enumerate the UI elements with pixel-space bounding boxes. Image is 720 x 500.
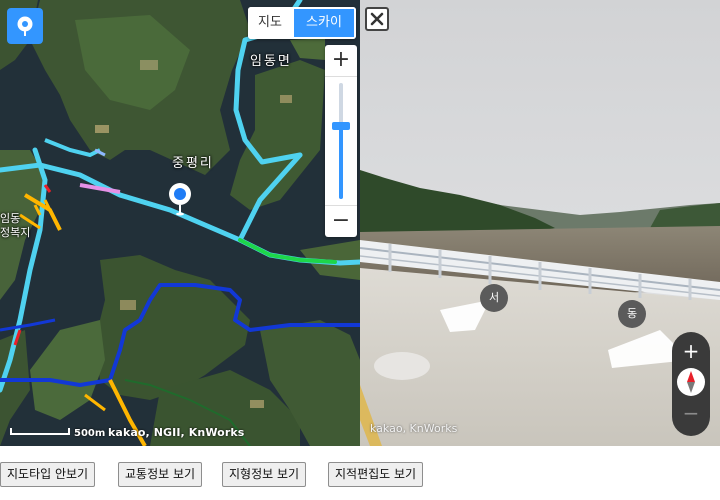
- roadview-zoom-out-button[interactable]: −: [672, 398, 710, 428]
- roadview-attribution: kakao, KnWorks: [370, 422, 458, 435]
- scale-label: 500m: [74, 428, 106, 439]
- cadastral-map-button[interactable]: 지적편집도 보기: [328, 462, 424, 487]
- roadview-close-button[interactable]: [365, 7, 389, 31]
- toggle-map-type-button[interactable]: 지도타입 안보기: [0, 462, 96, 487]
- map-type-skyview-button[interactable]: 스카이뷰: [292, 7, 356, 39]
- map-overlay-button-bar: 지도타입 안보기 교통정보 보기 지형정보 보기 지적편집도 보기: [0, 462, 720, 488]
- map-type-control: 지도 스카이뷰: [248, 7, 356, 39]
- roadview-zoom-in-button[interactable]: +: [672, 336, 710, 366]
- roadview-panel[interactable]: 서 동 + − kakao, KnWorks: [360, 0, 720, 446]
- kakao-map-logo-icon[interactable]: [7, 8, 43, 44]
- map-zoom-in-button[interactable]: +: [325, 45, 357, 77]
- place-label-imdong-myeon: 임동면: [250, 54, 292, 69]
- compass-icon[interactable]: [677, 368, 705, 396]
- zoom-slider-handle[interactable]: [332, 121, 350, 130]
- roadview-control: + −: [672, 332, 710, 436]
- satellite-terrain: [0, 0, 360, 446]
- map-zoom-control: + −: [325, 45, 357, 237]
- place-label-jungpyeong-ri: 중평리: [172, 156, 214, 171]
- page: 지도 스카이뷰 임동면 중평리 임동 정복지 + − 500m kakao, N…: [0, 0, 720, 500]
- zoom-slider-fill: [339, 125, 343, 199]
- skyview-map[interactable]: 지도 스카이뷰 임동면 중평리 임동 정복지 + − 500m kakao, N…: [0, 0, 360, 446]
- location-pin-icon[interactable]: [168, 182, 192, 216]
- map-attribution: kakao, NGII, KnWorks: [108, 426, 245, 439]
- terrain-info-button[interactable]: 지형정보 보기: [222, 462, 307, 487]
- traffic-info-button[interactable]: 교통정보 보기: [118, 462, 203, 487]
- direction-east-label[interactable]: 동: [618, 300, 646, 328]
- close-icon: [370, 12, 384, 26]
- map-type-roadmap-button[interactable]: 지도: [248, 7, 292, 39]
- place-label-left: 임동 정복지: [0, 212, 31, 239]
- map-zoom-out-button[interactable]: −: [325, 205, 357, 237]
- roadview-panorama: [360, 0, 720, 446]
- direction-west-label[interactable]: 서: [480, 284, 508, 312]
- scale-bar: [10, 428, 70, 435]
